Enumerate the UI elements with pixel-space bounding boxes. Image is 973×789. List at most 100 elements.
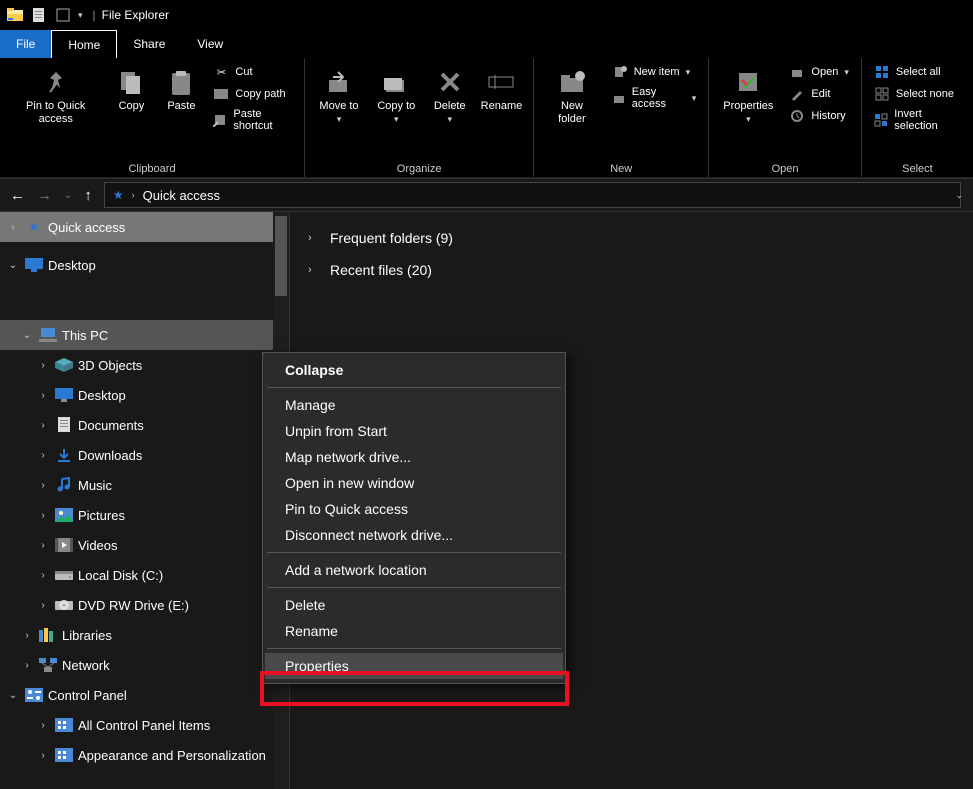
copy-path-button[interactable]: Copy path — [209, 84, 296, 104]
qat-doc-icon[interactable] — [28, 4, 50, 26]
chevron-down-icon[interactable]: ⌄ — [6, 690, 20, 701]
chevron-right-icon[interactable]: › — [36, 750, 50, 761]
tree-libraries[interactable]: › Libraries — [0, 620, 289, 650]
pin-quick-access-button[interactable]: Pin to Quick access — [8, 62, 103, 130]
nav-forward-button[interactable]: → — [37, 187, 52, 204]
tree-control-panel[interactable]: ⌄ Control Panel — [0, 680, 289, 710]
chevron-right-icon[interactable]: › — [20, 660, 34, 671]
ctx-separator — [267, 387, 561, 388]
control-panel-icon — [54, 715, 74, 735]
tree-item-pictures[interactable]: ›Pictures — [0, 500, 289, 530]
invert-icon — [874, 112, 888, 128]
paste-button[interactable]: Paste — [159, 62, 203, 117]
chevron-right-icon[interactable]: › — [308, 232, 318, 244]
chevron-right-icon[interactable]: › — [308, 264, 318, 276]
tab-view[interactable]: View — [181, 30, 239, 58]
properties-button[interactable]: Properties▾ — [717, 62, 779, 130]
delete-button[interactable]: Delete▾ — [428, 62, 472, 130]
ctx-add-network-location[interactable]: Add a network location — [265, 557, 563, 583]
ctx-properties[interactable]: Properties — [265, 653, 563, 679]
chevron-right-icon[interactable]: › — [36, 510, 50, 521]
rename-icon — [485, 66, 517, 98]
chevron-right-icon[interactable]: › — [36, 390, 50, 401]
folder-icon — [54, 415, 74, 435]
tab-home[interactable]: Home — [51, 30, 117, 58]
chevron-right-icon[interactable]: › — [36, 600, 50, 611]
chevron-down-icon: ▾ — [692, 93, 697, 104]
chevron-right-icon[interactable]: › — [20, 630, 34, 641]
scrollbar-thumb[interactable] — [275, 216, 287, 296]
new-item-button[interactable]: New item ▾ — [608, 62, 701, 82]
tree-item-desktop[interactable]: ›Desktop — [0, 380, 289, 410]
breadcrumb[interactable]: Quick access — [143, 188, 220, 203]
breadcrumb-dropdown[interactable]: ⌄ — [955, 190, 963, 201]
tree-this-pc[interactable]: ⌄ This PC — [0, 320, 289, 350]
rename-button[interactable]: Rename — [478, 62, 525, 117]
nav-back-button[interactable]: ← — [10, 187, 25, 204]
select-all-button[interactable]: Select all — [870, 62, 965, 82]
qat-dropdown-icon[interactable]: ▾ — [78, 10, 83, 21]
tree-network[interactable]: › Network — [0, 650, 289, 680]
ribbon-group-select: Select all Select none Invert selection … — [862, 58, 973, 177]
folder-icon — [54, 595, 74, 615]
chevron-down-icon[interactable]: ⌄ — [6, 260, 20, 271]
paste-shortcut-button[interactable]: Paste shortcut — [209, 106, 296, 134]
chevron-right-icon[interactable]: › — [36, 540, 50, 551]
star-icon: ★ — [24, 217, 44, 237]
tree-item-music[interactable]: ›Music — [0, 470, 289, 500]
move-to-button[interactable]: Move to ▾ — [313, 62, 365, 130]
chevron-right-icon[interactable]: › — [6, 222, 20, 233]
cut-button[interactable]: ✂Cut — [209, 62, 296, 82]
ctx-disconnect-drive[interactable]: Disconnect network drive... — [265, 522, 563, 548]
chevron-right-icon[interactable]: › — [36, 450, 50, 461]
chevron-right-icon[interactable]: › — [36, 720, 50, 731]
ctx-collapse[interactable]: Collapse — [265, 357, 563, 383]
recent-files-group[interactable]: › Recent files (20) — [308, 254, 955, 286]
ctx-pin-quick-access[interactable]: Pin to Quick access — [265, 496, 563, 522]
monitor-icon — [24, 255, 44, 275]
chevron-right-icon[interactable]: › — [36, 420, 50, 431]
tree-item-all-control-panel-items[interactable]: ›All Control Panel Items — [0, 710, 289, 740]
tree-item-3d-objects[interactable]: ›3D Objects — [0, 350, 289, 380]
pin-icon — [40, 66, 72, 98]
ctx-map-drive[interactable]: Map network drive... — [265, 444, 563, 470]
tree-item-local-disk-c-[interactable]: ›Local Disk (C:) — [0, 560, 289, 590]
tab-file[interactable]: File — [0, 30, 51, 58]
easy-access-button[interactable]: Easy access ▾ — [608, 84, 701, 112]
qat-check-icon[interactable] — [52, 4, 74, 26]
pc-icon — [38, 325, 58, 345]
tree-desktop-root[interactable]: ⌄ Desktop — [0, 250, 289, 280]
nav-up-button[interactable]: ↑ — [84, 187, 92, 204]
chevron-right-icon[interactable]: › — [36, 360, 50, 371]
tree-quick-access[interactable]: › ★ Quick access — [0, 212, 289, 242]
tree-item-videos[interactable]: ›Videos — [0, 530, 289, 560]
chevron-right-icon[interactable]: › — [36, 570, 50, 581]
ctx-rename[interactable]: Rename — [265, 618, 563, 644]
ribbon-group-open: Properties▾ Open ▾ Edit History Open — [709, 58, 862, 177]
copy-to-button[interactable]: Copy to ▾ — [371, 62, 422, 130]
breadcrumb-bar[interactable]: ★ › Quick access — [104, 182, 962, 208]
new-folder-button[interactable]: New folder — [542, 62, 602, 130]
nav-tree: › ★ Quick access ⌄ Desktop ⌄ This PC ›3D… — [0, 212, 290, 789]
ctx-open-new-window[interactable]: Open in new window — [265, 470, 563, 496]
chevron-down-icon[interactable]: ⌄ — [20, 330, 34, 341]
tab-share[interactable]: Share — [117, 30, 181, 58]
copy-button[interactable]: Copy — [109, 62, 153, 117]
tree-item-dvd-rw-drive-e-[interactable]: ›DVD RW Drive (E:) — [0, 590, 289, 620]
edit-button[interactable]: Edit — [785, 84, 852, 104]
folder-icon — [54, 445, 74, 465]
open-button[interactable]: Open ▾ — [785, 62, 852, 82]
tree-item-documents[interactable]: ›Documents — [0, 410, 289, 440]
history-button[interactable]: History — [785, 106, 852, 126]
chevron-right-icon[interactable]: › — [36, 480, 50, 491]
network-icon — [38, 655, 58, 675]
invert-selection-button[interactable]: Invert selection — [870, 106, 965, 134]
ctx-unpin-start[interactable]: Unpin from Start — [265, 418, 563, 444]
select-none-button[interactable]: Select none — [870, 84, 965, 104]
tree-item-downloads[interactable]: ›Downloads — [0, 440, 289, 470]
ctx-manage[interactable]: Manage — [265, 392, 563, 418]
ctx-delete[interactable]: Delete — [265, 592, 563, 618]
frequent-folders-group[interactable]: › Frequent folders (9) — [308, 222, 955, 254]
tree-item-appearance-and-personalization[interactable]: ›Appearance and Personalization — [0, 740, 289, 770]
nav-recent-dropdown[interactable]: ⌄ — [64, 190, 72, 201]
